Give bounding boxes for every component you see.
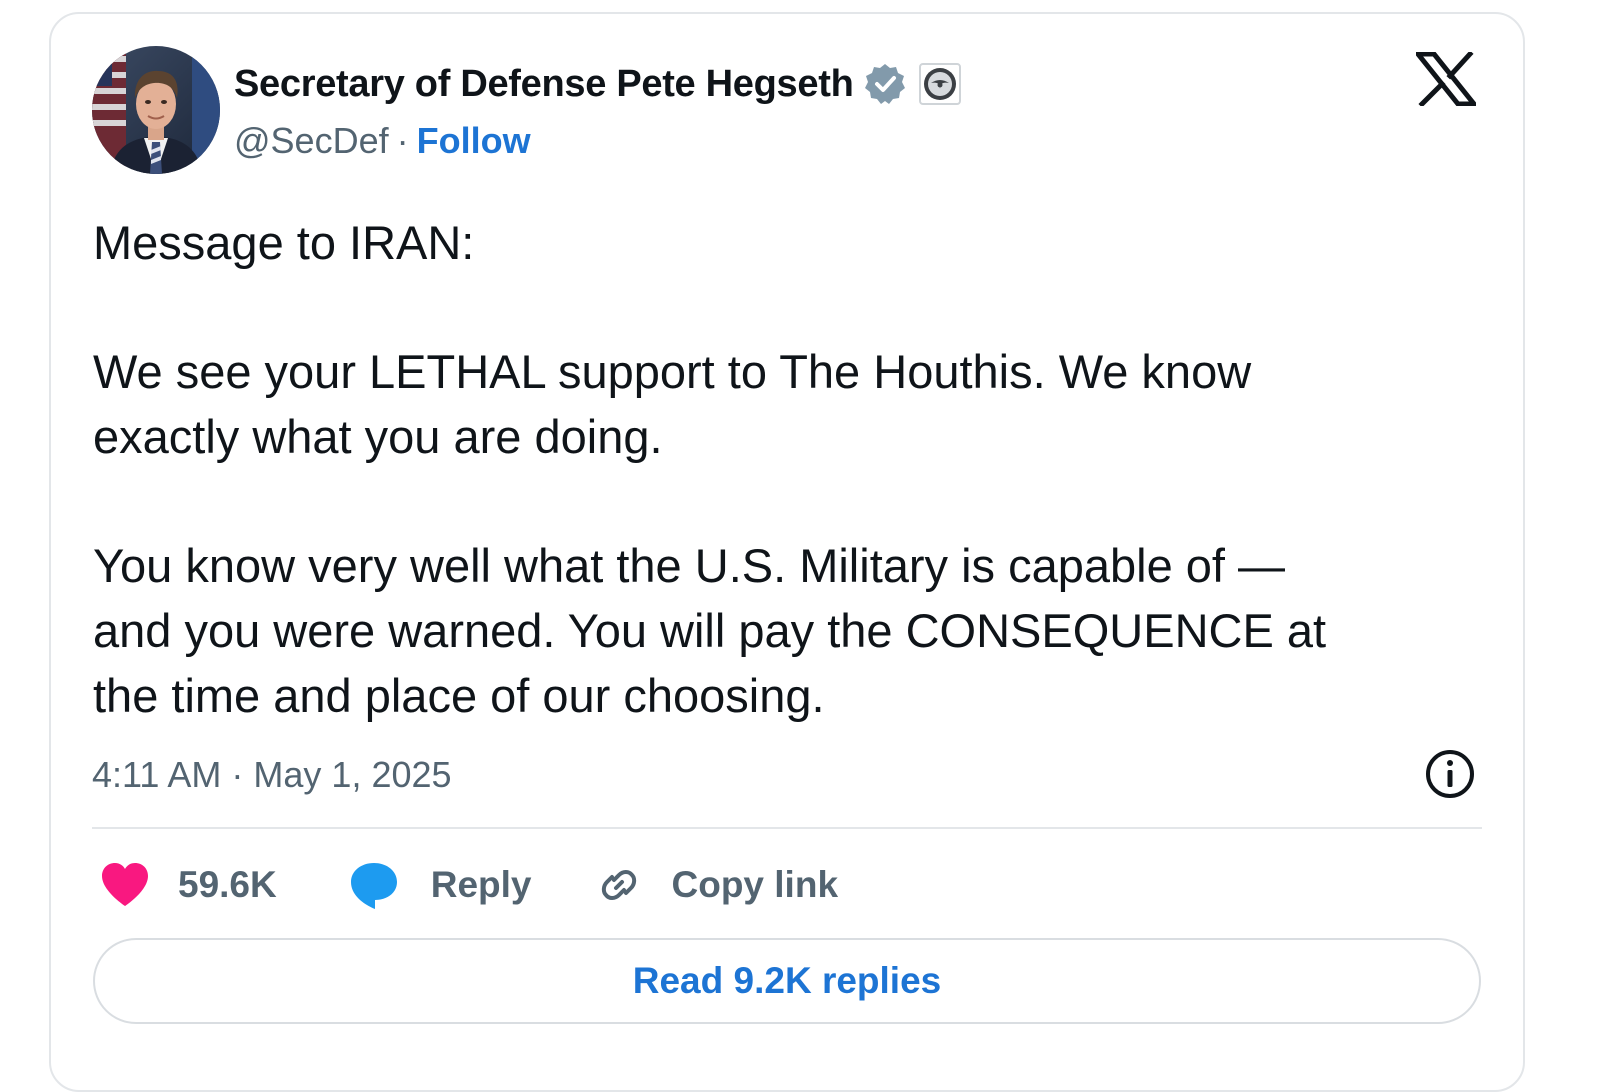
read-replies-label: Read 9.2K replies — [632, 960, 942, 1001]
separator-dot: · — [231, 754, 244, 795]
x-logo-icon[interactable] — [1416, 52, 1476, 106]
action-bar: 59.6K Reply Copy link — [98, 852, 838, 918]
tweet-line: We see your LETHAL support to The Houthi… — [93, 345, 1252, 398]
speech-bubble-icon — [350, 863, 397, 909]
tweet-line: Message to IRAN: — [93, 216, 475, 269]
read-replies-button[interactable]: Read 9.2K replies — [93, 938, 1481, 1024]
dod-seal-icon[interactable] — [919, 63, 962, 105]
reply-label: Reply — [430, 864, 532, 905]
follow-button[interactable]: Follow — [417, 120, 531, 162]
tweet-time: 4:11 AM — [92, 754, 222, 795]
copy-link-label: Copy link — [671, 864, 839, 905]
reply-button[interactable]: Reply — [347, 858, 532, 912]
tweet-date: May 1, 2025 — [253, 754, 452, 795]
author-avatar[interactable] — [92, 46, 220, 174]
divider — [92, 827, 1482, 829]
author-name-row: Secretary of Defense Pete Hegseth — [234, 58, 962, 110]
tweet-text: Message to IRAN: We see your LETHAL supp… — [93, 210, 1493, 728]
separator-dot: · — [396, 120, 409, 161]
info-icon[interactable] — [1424, 748, 1476, 800]
author-display-name[interactable]: Secretary of Defense Pete Hegseth — [234, 63, 854, 106]
link-icon — [601, 870, 636, 900]
tweet-line: the time and place of our choosing. — [93, 669, 825, 722]
like-count: 59.6K — [178, 864, 277, 905]
heart-icon — [102, 863, 148, 906]
like-button[interactable]: 59.6K — [98, 858, 277, 912]
verified-badge-icon[interactable] — [863, 62, 907, 106]
copy-link-button[interactable]: Copy link — [592, 858, 839, 912]
author-handle[interactable]: @SecDef — [234, 120, 389, 162]
tweet-timestamp[interactable]: 4:11 AM · May 1, 2025 — [92, 750, 452, 800]
tweet-line: You know very well what the U.S. Militar… — [93, 539, 1286, 592]
author-handle-row: @SecDef · Follow — [234, 118, 531, 164]
tweet-line: exactly what you are doing. — [93, 410, 663, 463]
tweet-line: and you were warned. You will pay the CO… — [93, 604, 1327, 657]
